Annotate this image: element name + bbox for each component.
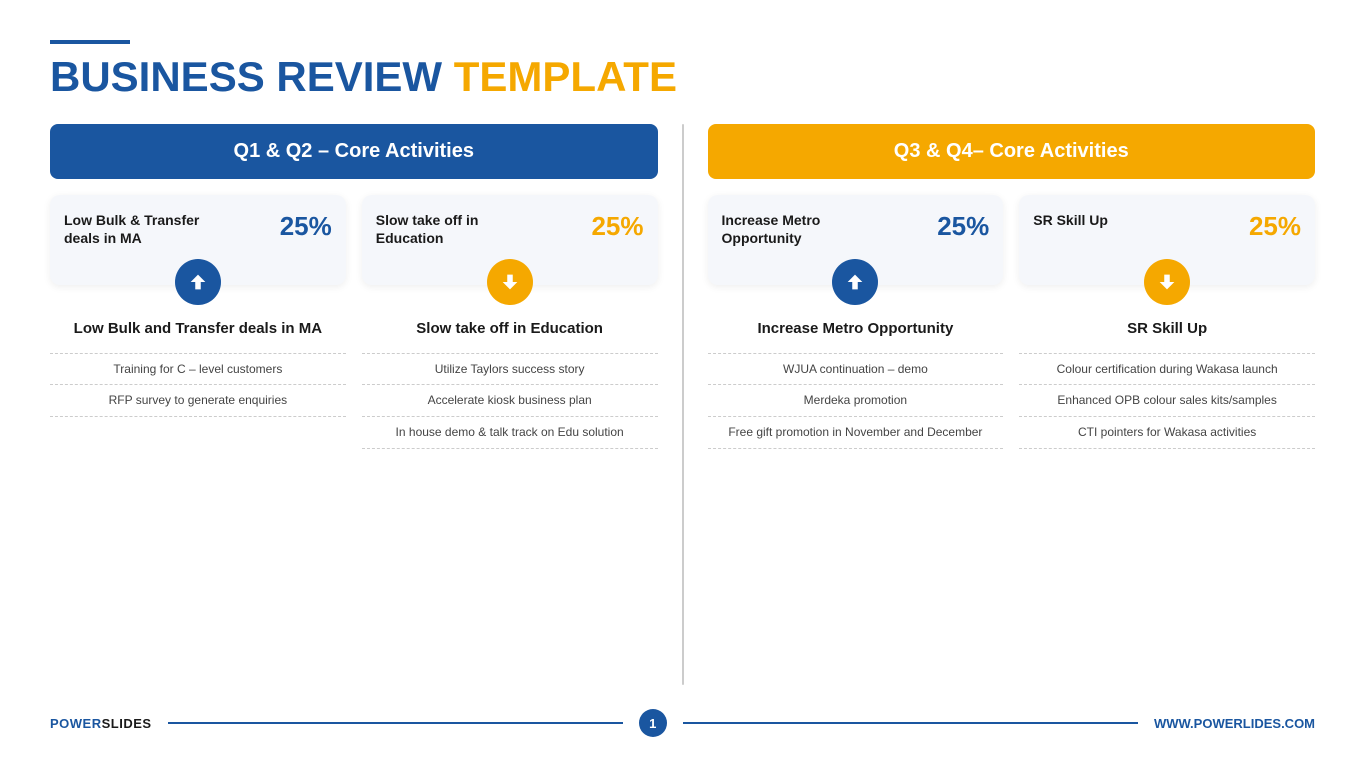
left-stat-pct-2: 25% (591, 211, 643, 242)
footer-page-number: 1 (639, 709, 667, 737)
right-arrow-2 (1144, 259, 1190, 305)
right-panel-header: Q3 & Q4– Core Activities (708, 124, 1316, 179)
left-panel: Q1 & Q2 – Core Activities Low Bulk & Tra… (50, 124, 658, 685)
left-bullet-2-2: In house demo & talk track on Edu soluti… (362, 417, 658, 449)
left-bullet-2-1: Accelerate kiosk business plan (362, 385, 658, 417)
right-bullet-1-2: Free gift promotion in November and Dece… (708, 417, 1004, 449)
title-colored: TEMPLATE (454, 53, 677, 100)
right-bullet-1-0: WJUA continuation – demo (708, 354, 1004, 386)
right-stat-label-2: SR Skill Up (1033, 211, 1108, 229)
content-area: Q1 & Q2 – Core Activities Low Bulk & Tra… (50, 124, 1315, 685)
left-bullet-1-0: Training for C – level customers (50, 354, 346, 386)
left-panel-body: Low Bulk & Transfer deals in MA 25% Low … (50, 195, 658, 685)
left-item-title-1: Low Bulk and Transfer deals in MA (74, 319, 322, 339)
footer-brand: POWERSLIDES (50, 716, 152, 731)
left-arrow-1 (175, 259, 221, 305)
right-bullet-2-1: Enhanced OPB colour sales kits/samples (1019, 385, 1315, 417)
left-arrow-2 (487, 259, 533, 305)
title-black: BUSINESS REVIEW (50, 53, 442, 100)
page: BUSINESS REVIEW TEMPLATE Q1 & Q2 – Core … (0, 0, 1365, 767)
right-stat-label-1: Increase Metro Opportunity (722, 211, 896, 247)
right-stat-pct-1: 25% (937, 211, 989, 242)
header-accent (50, 40, 130, 44)
right-bullet-2-0: Colour certification during Wakasa launc… (1019, 354, 1315, 386)
panel-divider (682, 124, 684, 685)
right-bullet-2-2: CTI pointers for Wakasa activities (1019, 417, 1315, 449)
left-stat-label-2: Slow take off in Education (376, 211, 550, 247)
right-stat-card-1: Increase Metro Opportunity 25% (708, 195, 1004, 285)
left-bullet-1-1: RFP survey to generate enquiries (50, 385, 346, 417)
right-panel: Q3 & Q4– Core Activities Increase Metro … (708, 124, 1316, 685)
right-item-title-1: Increase Metro Opportunity (757, 319, 953, 339)
right-col-2: SR Skill Up 25% SR Skill Up Colour certi… (1019, 195, 1315, 685)
left-panel-header: Q1 & Q2 – Core Activities (50, 124, 658, 179)
left-stat-card-1: Low Bulk & Transfer deals in MA 25% (50, 195, 346, 285)
left-col-1: Low Bulk & Transfer deals in MA 25% Low … (50, 195, 346, 685)
footer-brand-black: SLIDES (102, 716, 152, 731)
right-bullet-list-1: WJUA continuation – demo Merdeka promoti… (708, 353, 1004, 449)
footer-brand-blue: POWER (50, 716, 102, 731)
footer-line-left (168, 722, 623, 724)
left-bullet-list-1: Training for C – level customers RFP sur… (50, 353, 346, 418)
page-title: BUSINESS REVIEW TEMPLATE (50, 54, 1315, 100)
right-item-title-2: SR Skill Up (1127, 319, 1207, 339)
right-bullet-1-1: Merdeka promotion (708, 385, 1004, 417)
right-panel-body: Increase Metro Opportunity 25% Increase … (708, 195, 1316, 685)
left-col-2: Slow take off in Education 25% Slow take… (362, 195, 658, 685)
left-bullet-list-2: Utilize Taylors success story Accelerate… (362, 353, 658, 449)
footer-line-right (683, 722, 1138, 724)
right-bullet-list-2: Colour certification during Wakasa launc… (1019, 353, 1315, 449)
right-col-1: Increase Metro Opportunity 25% Increase … (708, 195, 1004, 685)
right-arrow-1 (832, 259, 878, 305)
left-stat-pct-1: 25% (280, 211, 332, 242)
right-stat-card-2: SR Skill Up 25% (1019, 195, 1315, 285)
left-bullet-2-0: Utilize Taylors success story (362, 354, 658, 386)
left-item-title-2: Slow take off in Education (416, 319, 603, 339)
left-stat-card-2: Slow take off in Education 25% (362, 195, 658, 285)
footer-url: WWW.POWERLIDES.COM (1154, 716, 1315, 731)
left-stat-label-1: Low Bulk & Transfer deals in MA (64, 211, 238, 247)
footer: POWERSLIDES 1 WWW.POWERLIDES.COM (50, 701, 1315, 737)
right-stat-pct-2: 25% (1249, 211, 1301, 242)
